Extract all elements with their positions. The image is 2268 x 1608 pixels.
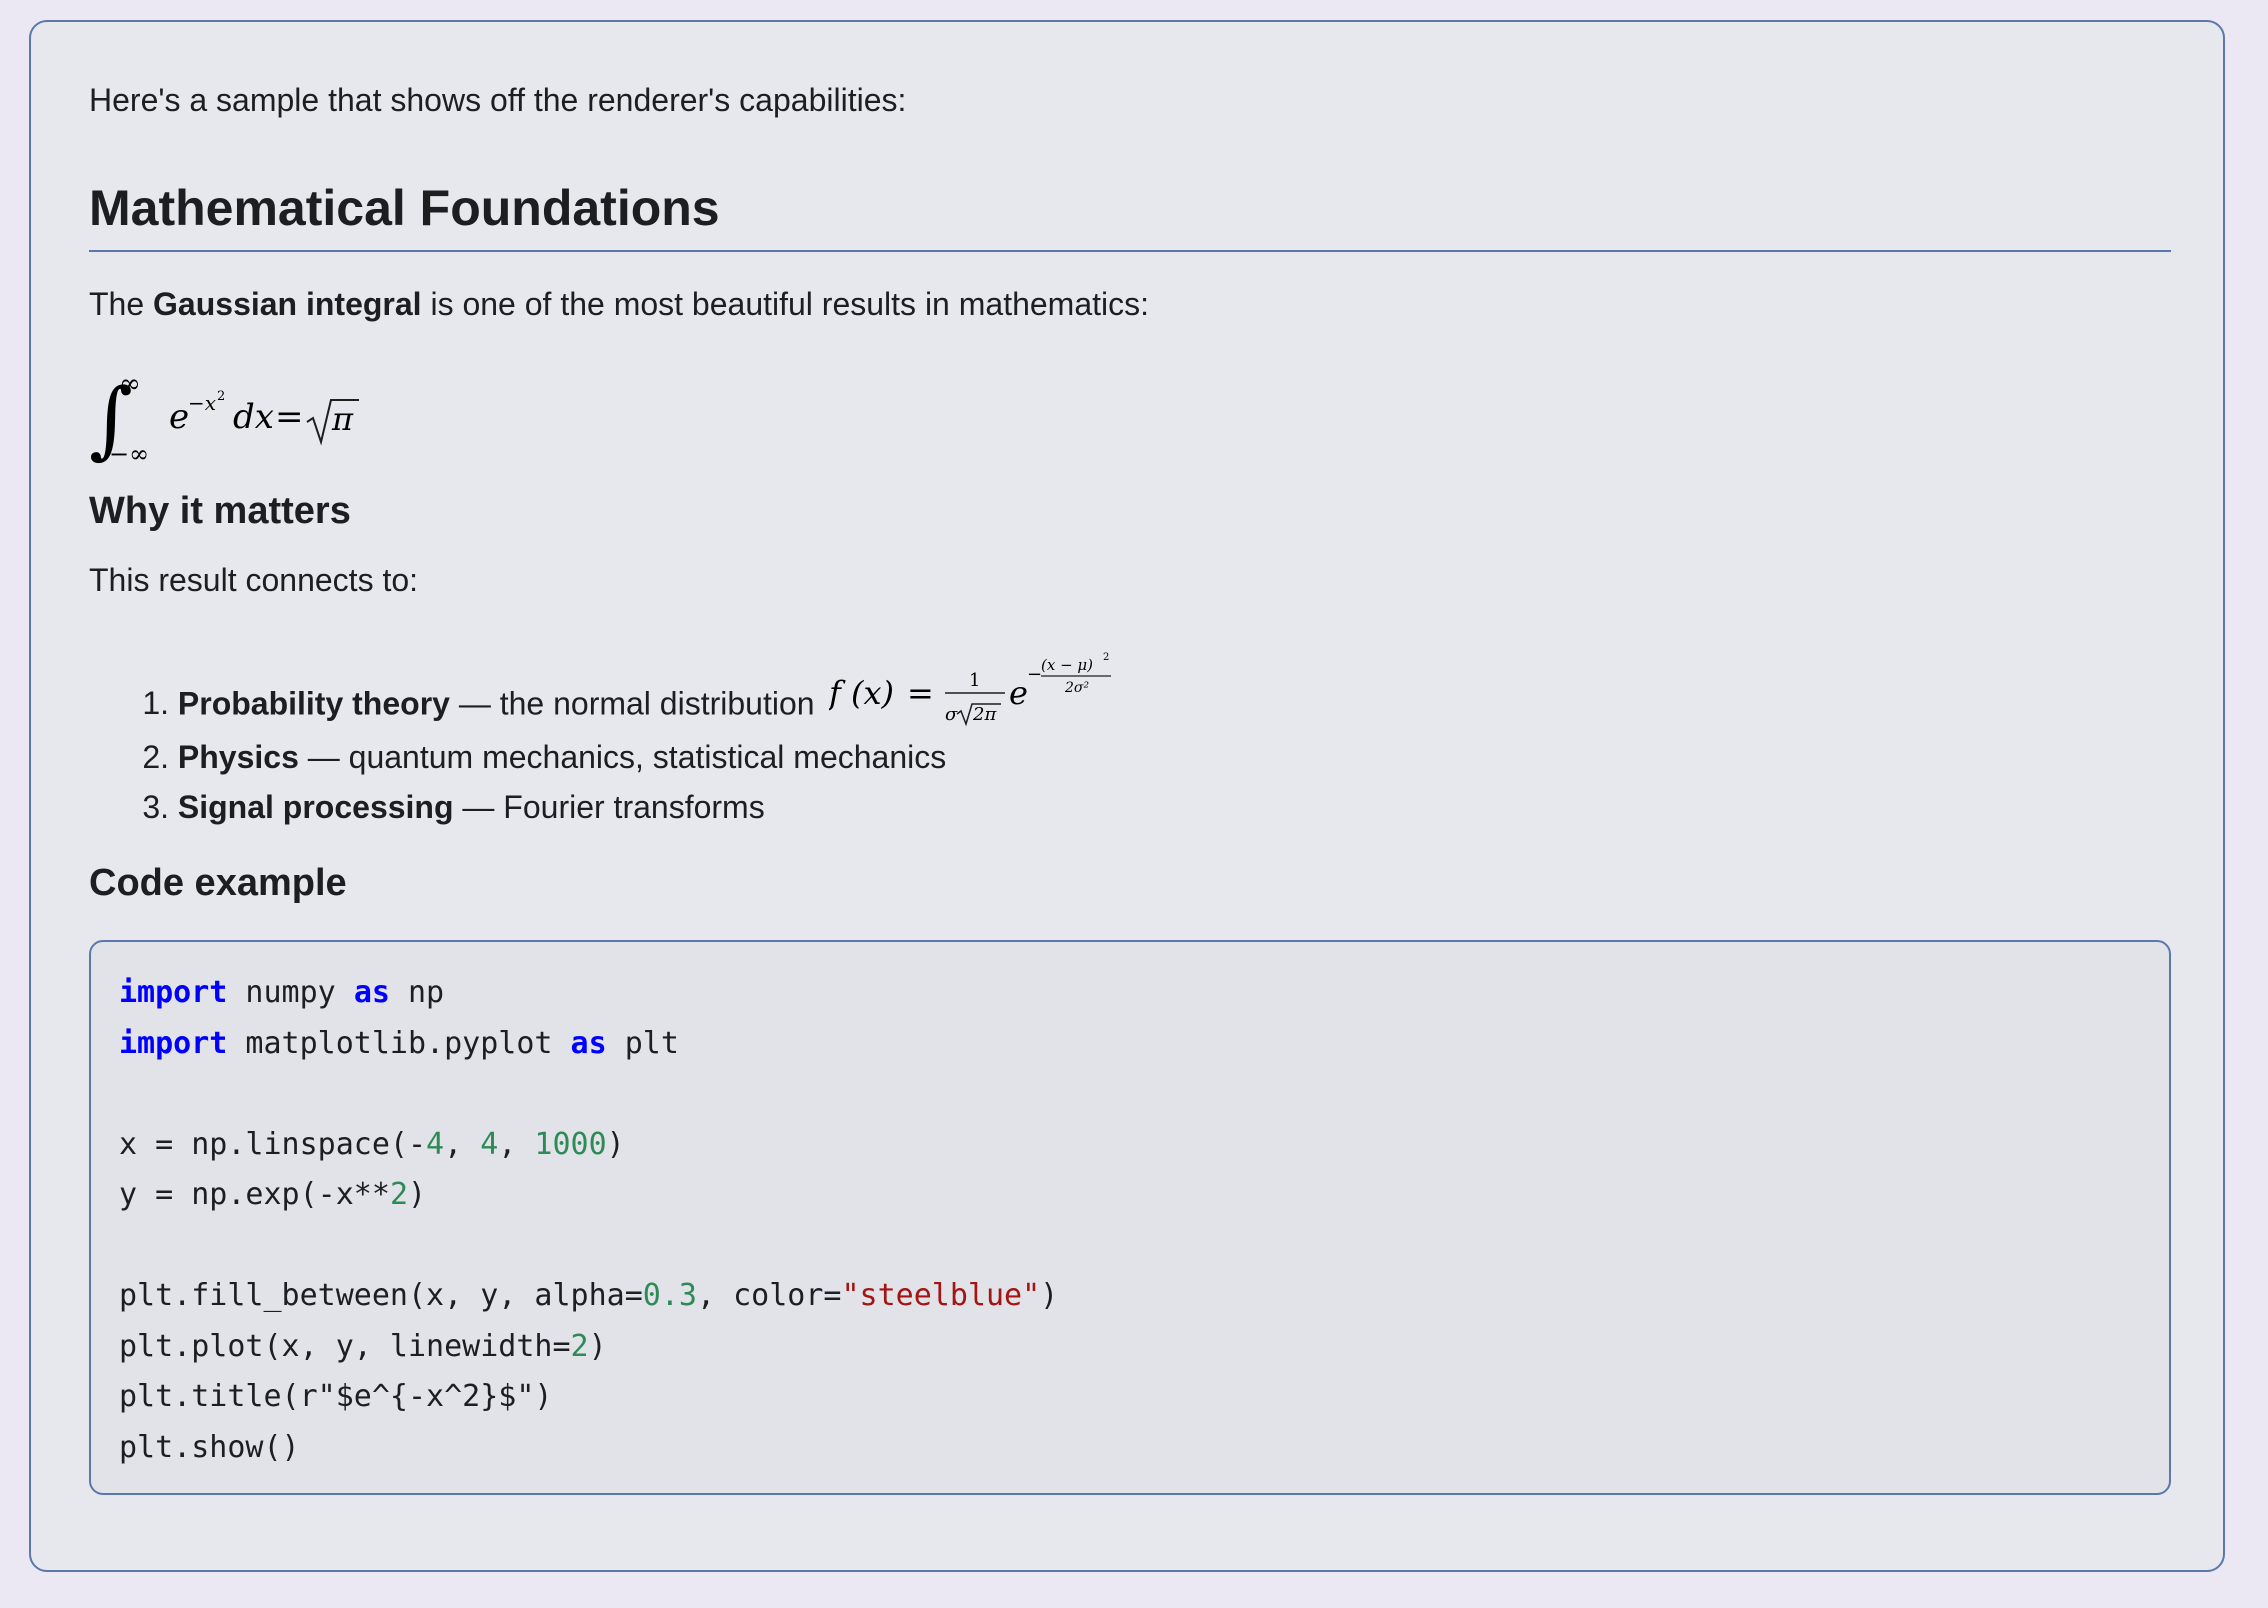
- list-item-number: 3.: [142, 789, 169, 825]
- list-item-text: — Fourier transforms: [453, 789, 765, 825]
- heading-why-it-matters: Why it matters: [89, 490, 351, 532]
- list-item-number: 1.: [142, 685, 169, 722]
- code-line: plt.title(r"$e^{-x^2}$"): [119, 1372, 1058, 1423]
- code-token: numpy: [227, 975, 354, 1010]
- list-item: 1. Probability theory — the normal distr…: [89, 652, 1129, 736]
- heading-code-example: Code example: [89, 862, 347, 904]
- gaussian-integral-formula: ∫ ∞ −∞ e −x 2 dx = π: [89, 369, 359, 468]
- code-token: plt.show(): [119, 1429, 300, 1465]
- code-token: plt: [606, 1025, 679, 1061]
- code-token: , color=: [696, 1278, 842, 1313]
- code-token: ): [408, 1177, 427, 1212]
- code-line: plt.plot(x, y, linewidth=2): [119, 1322, 1058, 1373]
- list-item-bold: Physics: [177, 739, 299, 775]
- normal-exp-numerator-square: 2: [1103, 652, 1109, 663]
- normal-exp-base: e: [1009, 674, 1028, 712]
- list-item-number: 2.: [142, 739, 169, 775]
- code-token: ,: [498, 1126, 535, 1162]
- list-item-text: — quantum mechanics, statistical mechani…: [298, 739, 947, 775]
- integrand-exponent: −x: [188, 391, 216, 415]
- code-token: 0.3: [642, 1278, 697, 1313]
- list-item-bold: Probability theory: [177, 685, 450, 722]
- gaussian-before: The: [89, 286, 154, 322]
- code-token: 4: [426, 1126, 445, 1162]
- code-line: y = np.exp(-x**2): [119, 1170, 1058, 1221]
- integral-upper-limit: ∞: [119, 369, 141, 399]
- integral-lower-limit: −∞: [109, 440, 149, 468]
- code-token: x = np.linspace(-: [119, 1126, 427, 1162]
- code-token: ): [1040, 1278, 1059, 1313]
- normal-denominator-sigma: σ: [945, 704, 958, 725]
- normal-distribution-formula: f (x) = 1 σ 2π e − (x − μ) 2 2σ²: [829, 652, 1112, 727]
- code-token: 1000: [534, 1126, 607, 1162]
- integral-equals: =: [275, 397, 304, 437]
- message-card: Here's a sample that shows off the rende…: [29, 20, 2225, 1572]
- heading-underline: [89, 250, 2171, 252]
- code-line: plt.fill_between(x, y, alpha=0.3, color=…: [119, 1271, 1058, 1322]
- integrand-exponent-square: 2: [217, 389, 225, 404]
- normal-exp-minus: −: [1027, 664, 1042, 685]
- integrand-base: e: [169, 397, 189, 437]
- code-token: plt.title(r"$e^{-x^2}$"): [119, 1379, 553, 1414]
- code-token: np: [389, 975, 445, 1010]
- normal-numerator: 1: [969, 670, 980, 691]
- code-line: x = np.linspace(-4, 4, 1000): [119, 1120, 1058, 1171]
- code-token: matplotlib.pyplot: [227, 1025, 571, 1061]
- code-block[interactable]: import numpy as np import matplotlib.pypl…: [89, 940, 2171, 1495]
- code-token: ): [606, 1126, 625, 1162]
- code-content[interactable]: import numpy as np import matplotlib.pypl…: [119, 968, 1058, 1473]
- code-token: y = np.exp(-x**: [119, 1177, 390, 1212]
- normal-equals: =: [907, 674, 934, 712]
- normal-denominator-root: 2π: [972, 704, 997, 725]
- code-token: 2: [570, 1328, 589, 1364]
- code-token: plt.fill_between(x, y, alpha=: [119, 1278, 643, 1313]
- intro-text: Here's a sample that shows off the rende…: [89, 82, 907, 118]
- code-line: plt.show(): [119, 1423, 1058, 1474]
- connects-text: This result connects to:: [89, 562, 419, 598]
- list-item-text: — the normal distribution: [449, 685, 824, 722]
- gaussian-bold: Gaussian integral: [153, 286, 422, 322]
- code-token: as: [353, 975, 390, 1010]
- normal-lhs: f (x): [829, 674, 894, 712]
- integral-dx: dx: [233, 397, 274, 437]
- code-token: import: [119, 975, 228, 1010]
- list-item-bold: Signal processing: [177, 789, 454, 825]
- code-token: as: [570, 1025, 607, 1061]
- heading-mathematical-foundations: Mathematical Foundations: [89, 180, 720, 236]
- code-token: ): [588, 1328, 607, 1364]
- gaussian-after: is one of the most beautiful results in …: [421, 286, 1150, 322]
- code-token: import: [119, 1025, 228, 1061]
- code-token: 2: [389, 1177, 408, 1212]
- code-token: "steelblue": [841, 1278, 1041, 1313]
- list-item: 3. Signal processing — Fourier transform…: [89, 787, 765, 827]
- code-token: ,: [444, 1126, 481, 1162]
- code-line: import matplotlib.pyplot as plt: [119, 1019, 1058, 1070]
- code-line: import numpy as np: [119, 968, 1058, 1019]
- normal-exp-denominator: 2σ²: [1064, 680, 1089, 696]
- code-token: plt.plot(x, y, linewidth=: [119, 1328, 571, 1364]
- gaussian-paragraph: The Gaussian integral is one of the most…: [89, 284, 1149, 324]
- code-token: 4: [480, 1126, 499, 1162]
- list-item: 2. Physics — quantum mechanics, statisti…: [89, 737, 946, 777]
- normal-exp-numerator: (x − μ): [1041, 656, 1093, 674]
- integral-rhs-pi: π: [331, 400, 354, 438]
